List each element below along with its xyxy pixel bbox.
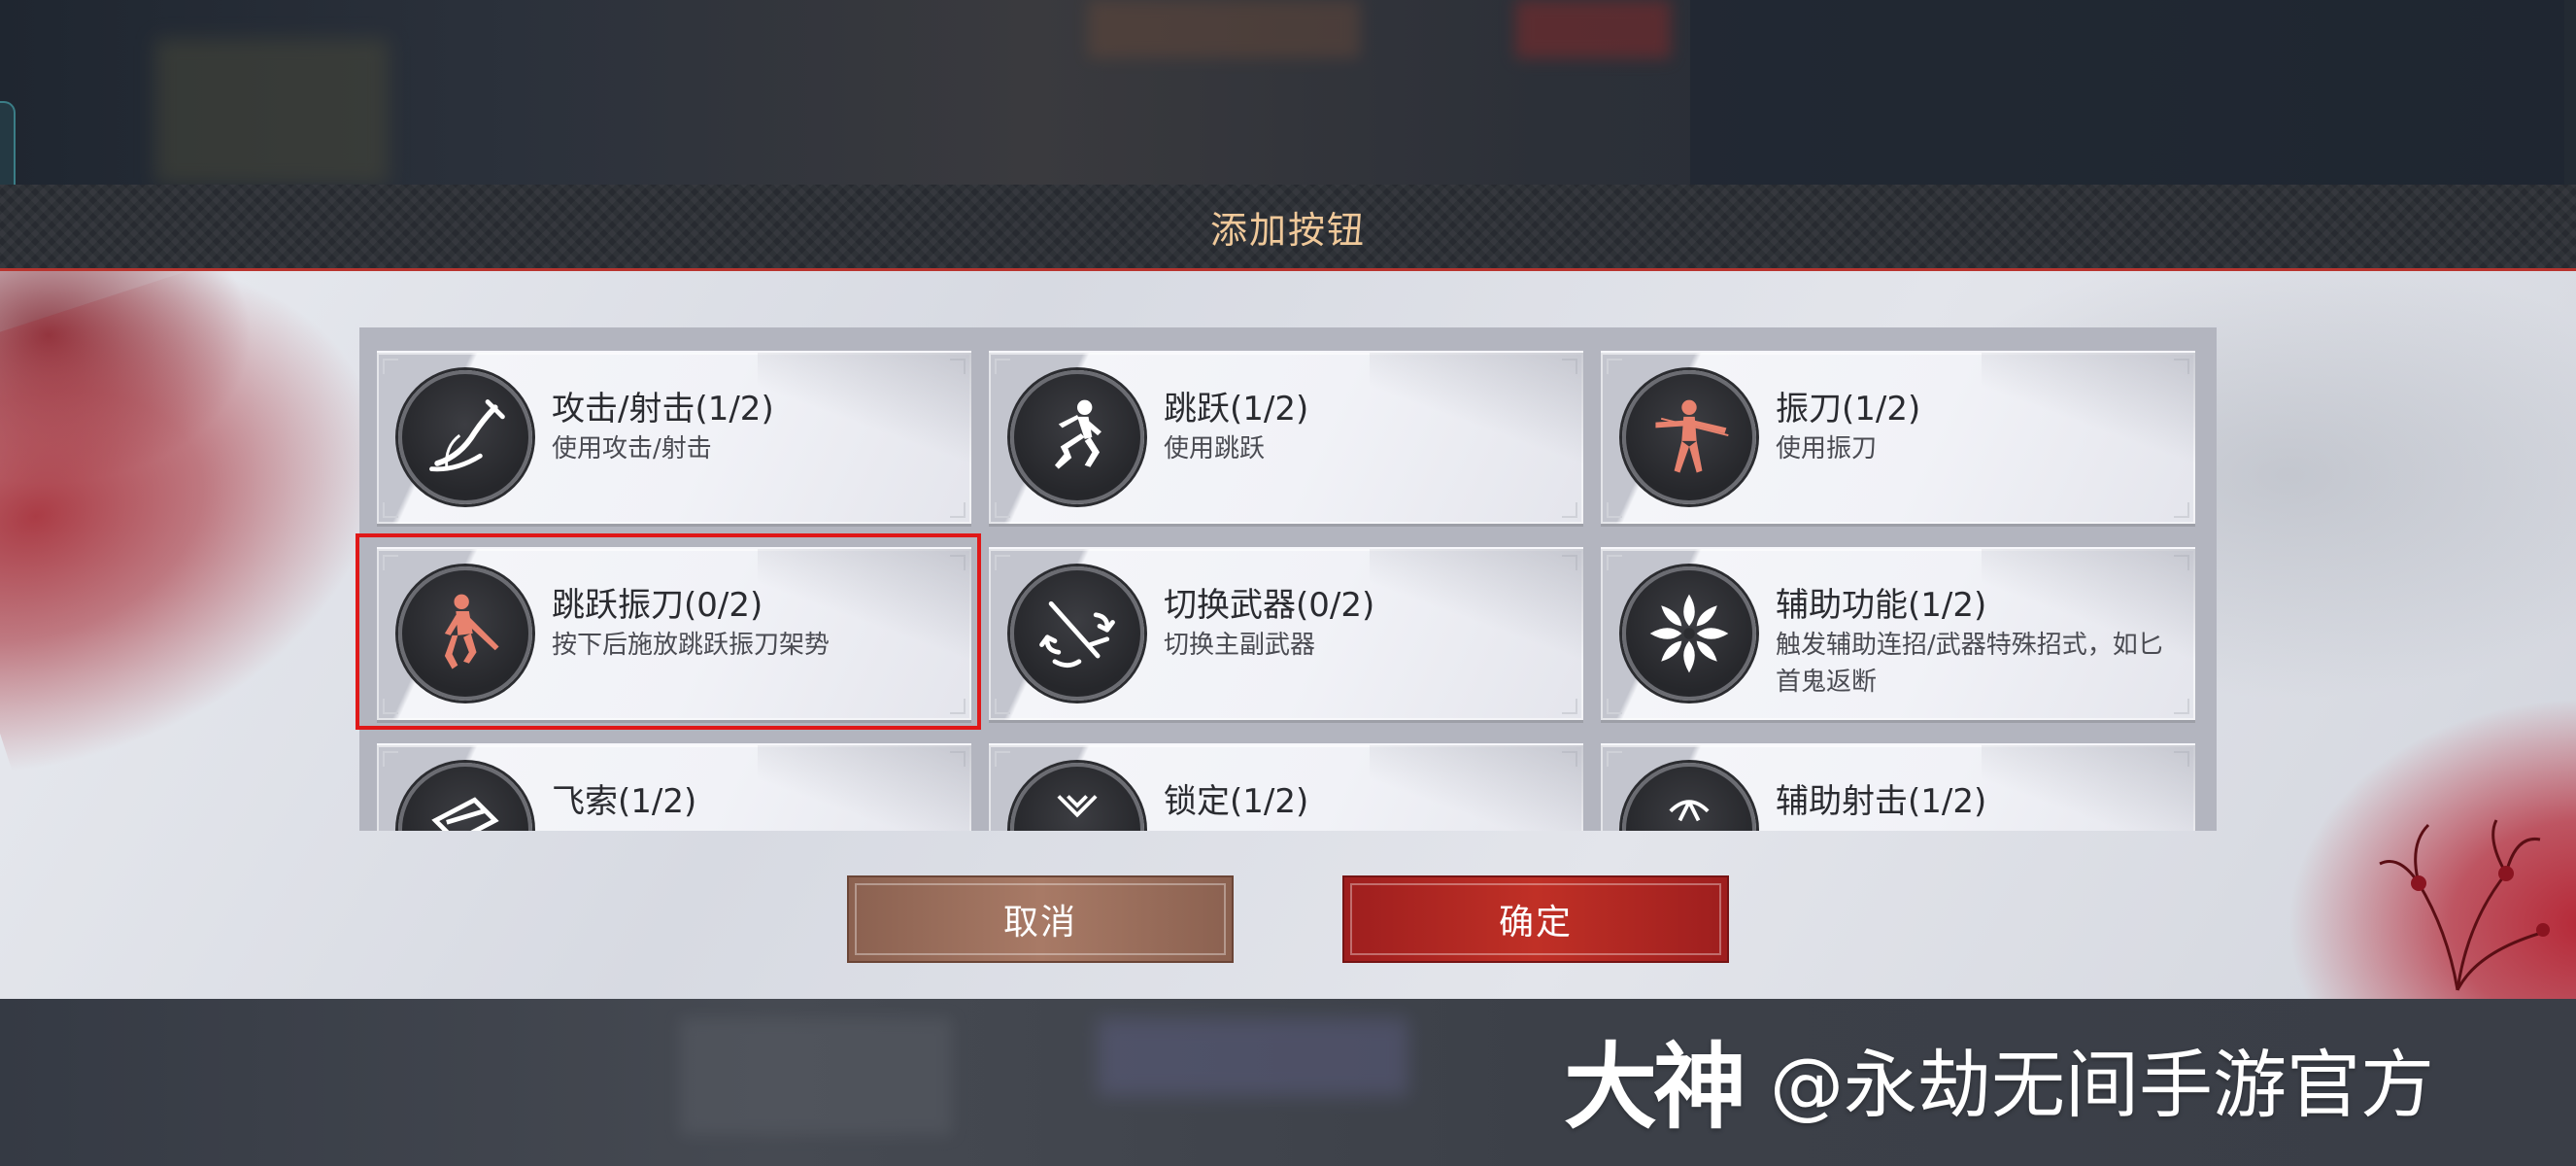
sword-slash-icon — [398, 370, 532, 504]
cancel-button[interactable]: 取消 — [847, 875, 1234, 963]
confirm-button[interactable]: 确定 — [1342, 875, 1729, 963]
switch-weapon-icon — [1010, 566, 1144, 701]
button-options-grid[interactable]: 攻击/射击(1/2) 使用攻击/射击 跳跃(1/2) 使用跳跃 振刀(1/2) … — [359, 327, 2217, 831]
option-parry[interactable]: 振刀(1/2) 使用振刀 — [1601, 351, 2195, 524]
grapple-icon — [398, 763, 532, 831]
option-grapple[interactable]: 飞索(1/2) — [377, 743, 971, 831]
watermark-handle: @永劫无间手游官方 — [1770, 1042, 2434, 1128]
option-title: 锁定(1/2) — [1164, 782, 1309, 821]
jump-parry-figure-icon — [398, 566, 532, 701]
option-title: 辅助功能(1/2) — [1776, 586, 1987, 625]
option-title: 跳跃(1/2) — [1164, 390, 1309, 429]
option-title: 跳跃振刀(0/2) — [552, 586, 763, 625]
option-title: 辅助射击(1/2) — [1776, 782, 1987, 821]
option-switch-weapon[interactable]: 切换武器(0/2) 切换主副武器 — [989, 547, 1583, 720]
spider-lily-decoration-icon — [2379, 819, 2550, 991]
option-description: 使用跳跃 — [1164, 434, 1266, 463]
dialog-panel: 攻击/射击(1/2) 使用攻击/射击 跳跃(1/2) 使用跳跃 振刀(1/2) … — [0, 271, 2576, 999]
dialog-title: 添加按钮 — [1209, 208, 1366, 252]
option-description: 使用振刀 — [1776, 434, 1878, 463]
option-aim-assist[interactable]: 辅助射击(1/2) — [1601, 743, 2195, 831]
parry-figure-icon — [1622, 370, 1756, 504]
option-description: 触发辅助连招/武器特殊招式，如匕首鬼返断 — [1776, 631, 2163, 697]
watermark: 大神 @永劫无间手游官方 — [1564, 1025, 2434, 1142]
option-attack-shoot[interactable]: 攻击/射击(1/2) 使用攻击/射击 — [377, 351, 971, 524]
option-description: 切换主副武器 — [1164, 631, 1316, 660]
option-title: 攻击/射击(1/2) — [552, 390, 774, 429]
option-jump[interactable]: 跳跃(1/2) 使用跳跃 — [989, 351, 1583, 524]
dialog-title-bar: 添加按钮 — [0, 185, 2576, 271]
option-assist-function[interactable]: 辅助功能(1/2) 触发辅助连招/武器特殊招式，如匕首鬼返断 — [1601, 547, 2195, 720]
option-title: 振刀(1/2) — [1776, 390, 1921, 429]
jump-figure-icon — [1010, 370, 1144, 504]
flower-emblem-icon — [1622, 566, 1756, 701]
option-title: 切换武器(0/2) — [1164, 586, 1375, 625]
game-background-top — [0, 0, 2576, 185]
lock-on-icon — [1010, 763, 1144, 831]
option-description: 按下后施放跳跃振刀架势 — [552, 631, 830, 660]
option-lock-on[interactable]: 锁定(1/2) — [989, 743, 1583, 831]
watermark-logo: 大神 — [1564, 1032, 1746, 1142]
option-description: 使用攻击/射击 — [552, 434, 712, 463]
option-title: 飞索(1/2) — [552, 782, 697, 821]
aim-assist-icon — [1622, 763, 1756, 831]
option-jump-parry[interactable]: 跳跃振刀(0/2) 按下后施放跳跃振刀架势 — [377, 547, 971, 720]
